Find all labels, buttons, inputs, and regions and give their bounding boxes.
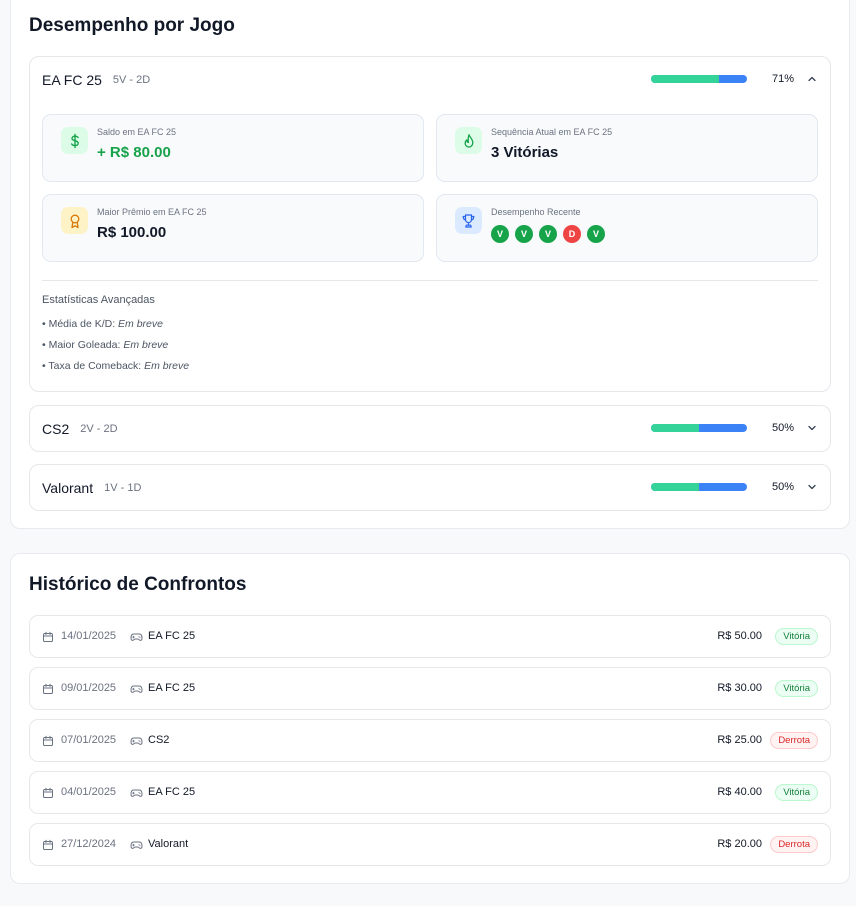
stat-streak: Sequência Atual em EA FC 25 3 Vitórias: [436, 114, 818, 182]
game-name: CS2: [42, 420, 70, 437]
calendar-icon: [43, 683, 53, 694]
match-game: EA FC 25: [148, 630, 196, 642]
top-prize-value: R$ 100.00: [97, 224, 167, 241]
win-rate-fill: [651, 75, 720, 83]
match-result-badge: Derrota: [770, 836, 818, 853]
game-header-cs2[interactable]: CS2 2V - 2D 50%: [30, 406, 830, 451]
win-rate-bar: [651, 424, 747, 432]
match-game: EA FC 25: [148, 682, 196, 694]
advanced-stat-kd: • Média de K/D: Em breve: [42, 318, 163, 330]
streak-label: Sequência Atual em EA FC 25: [491, 127, 613, 137]
match-row[interactable]: 27/12/2024 Valorant R$ 20.00 Derrota: [29, 823, 831, 866]
balance-label: Saldo em EA FC 25: [97, 127, 177, 137]
stat-top-prize: Maior Prêmio em EA FC 25 R$ 100.00: [42, 194, 424, 262]
gamepad-icon: [130, 633, 143, 641]
streak-value: 3 Vitórias: [491, 144, 559, 161]
calendar-icon: [43, 787, 53, 798]
history-title: Histórico de Confrontos: [29, 574, 247, 595]
gamepad-icon: [130, 737, 143, 745]
game-record: 5V - 2D: [112, 73, 151, 86]
match-result-badge: Vitória: [775, 628, 818, 645]
gamepad-icon: [130, 841, 143, 849]
balance-value: + R$ 80.00: [97, 144, 171, 161]
game-name: EA FC 25: [42, 71, 102, 88]
match-game: Valorant: [148, 838, 189, 850]
game-panel-valorant: Valorant 1V - 1D 50%: [29, 464, 831, 511]
flame-icon: [455, 127, 482, 154]
form-result-win: V: [587, 225, 605, 243]
match-date: 14/01/2025: [61, 630, 117, 642]
game-panel-ea-fc-25: EA FC 25 5V - 2D 71% Saldo em EA FC 25 +…: [29, 56, 831, 392]
game-header-valorant[interactable]: Valorant 1V - 1D 50%: [30, 465, 830, 510]
advanced-stat-biggest-win: • Maior Goleada: Em breve: [42, 339, 169, 351]
game-name: Valorant: [42, 479, 94, 496]
win-rate-percent: 71%: [771, 73, 794, 85]
match-amount: R$ 40.00: [717, 786, 762, 798]
match-row[interactable]: 14/01/2025 EA FC 25 R$ 50.00 Vitória: [29, 615, 831, 658]
win-rate-bar: [651, 75, 747, 83]
game-panel-cs2: CS2 2V - 2D 50%: [29, 405, 831, 452]
form-result-loss: D: [563, 225, 581, 243]
match-date: 04/01/2025: [61, 786, 117, 798]
match-date: 09/01/2025: [61, 682, 117, 694]
gamepad-icon: [130, 789, 143, 797]
form-result-win: V: [539, 225, 557, 243]
chevron-up-icon[interactable]: [806, 73, 818, 85]
match-row[interactable]: 04/01/2025 EA FC 25 R$ 40.00 Vitória: [29, 771, 831, 814]
game-record: 2V - 2D: [80, 422, 118, 435]
advanced-stats-title: Estatísticas Avançadas: [42, 294, 155, 306]
win-rate-fill: [651, 483, 699, 491]
recent-label: Desempenho Recente: [491, 207, 581, 217]
recent-form: VVVDV: [491, 225, 605, 243]
performance-card: Desempenho por Jogo EA FC 25 5V - 2D 71%…: [10, 0, 850, 529]
match-result-badge: Vitória: [775, 784, 818, 801]
game-header-ea-fc-25[interactable]: EA FC 25 5V - 2D 71%: [30, 57, 830, 102]
match-result-badge: Derrota: [770, 732, 818, 749]
top-prize-label: Maior Prêmio em EA FC 25: [97, 207, 207, 217]
win-rate-fill: [651, 424, 699, 432]
calendar-icon: [43, 839, 53, 850]
calendar-icon: [43, 735, 53, 746]
chevron-down-icon[interactable]: [806, 422, 818, 434]
match-amount: R$ 20.00: [717, 838, 762, 850]
performance-title: Desempenho por Jogo: [29, 15, 235, 36]
dollar-icon: [61, 127, 88, 154]
win-rate-percent: 50%: [771, 422, 794, 434]
match-row[interactable]: 09/01/2025 EA FC 25 R$ 30.00 Vitória: [29, 667, 831, 710]
match-game: EA FC 25: [148, 786, 196, 798]
gamepad-icon: [130, 685, 143, 693]
match-amount: R$ 50.00: [717, 630, 762, 642]
match-date: 27/12/2024: [61, 838, 117, 850]
win-rate-bar: [651, 483, 747, 491]
stat-recent: Desempenho Recente VVVDV: [436, 194, 818, 262]
match-result-badge: Vitória: [775, 680, 818, 697]
win-rate-percent: 50%: [771, 481, 794, 493]
match-row[interactable]: 07/01/2025 CS2 R$ 25.00 Derrota: [29, 719, 831, 762]
stat-balance: Saldo em EA FC 25 + R$ 80.00: [42, 114, 424, 182]
match-game: CS2: [148, 734, 170, 746]
match-amount: R$ 30.00: [717, 682, 762, 694]
chevron-down-icon[interactable]: [806, 481, 818, 493]
match-date: 07/01/2025: [61, 734, 117, 746]
award-icon: [61, 207, 88, 234]
history-card: Histórico de Confrontos 14/01/2025 EA FC …: [10, 553, 850, 884]
form-result-win: V: [515, 225, 533, 243]
game-record: 1V - 1D: [104, 481, 142, 494]
advanced-stat-comeback: • Taxa de Comeback: Em breve: [42, 360, 190, 372]
form-result-win: V: [491, 225, 509, 243]
divider: [42, 280, 818, 281]
match-amount: R$ 25.00: [717, 734, 762, 746]
trophy-icon: [455, 207, 482, 234]
calendar-icon: [43, 631, 53, 642]
